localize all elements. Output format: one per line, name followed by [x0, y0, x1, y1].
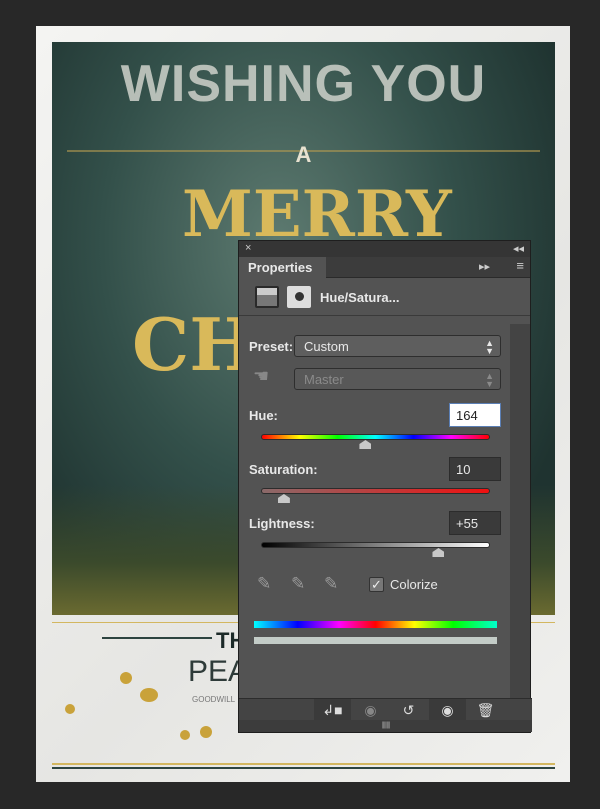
- scrollbar[interactable]: [510, 324, 530, 700]
- output-color-bar: [254, 637, 497, 644]
- lightness-slider[interactable]: [261, 542, 490, 548]
- view-previous-button[interactable]: ◉: [352, 699, 389, 721]
- visibility-eye-button[interactable]: ◉: [429, 699, 466, 721]
- saturation-input[interactable]: 10: [449, 457, 501, 481]
- gold-splash: [65, 704, 75, 714]
- channel-value: Master: [304, 372, 344, 387]
- divider: [52, 763, 555, 765]
- eyedropper-subtract-icon[interactable]: ✎: [324, 574, 338, 594]
- resize-grip[interactable]: ||||||||||: [239, 720, 532, 732]
- eyedropper-icon[interactable]: ✎: [257, 574, 271, 594]
- preset-value: Custom: [304, 339, 349, 354]
- gold-splash: [200, 726, 212, 738]
- reset-button[interactable]: ↺: [390, 699, 427, 721]
- saturation-slider[interactable]: [261, 488, 490, 494]
- channel-select[interactable]: Master ▲ ▼: [294, 368, 501, 390]
- hue-input[interactable]: 164: [449, 403, 501, 427]
- eyedropper-add-icon[interactable]: ✎: [291, 574, 305, 594]
- lightness-input[interactable]: +55: [449, 511, 501, 535]
- divider: [102, 637, 212, 639]
- poster-text: A: [295, 142, 312, 167]
- properties-panel: × ◂◂ Properties ▸▸ ≡ Hue/Satura... Prese…: [238, 240, 532, 733]
- lightness-slider-thumb[interactable]: [432, 548, 445, 557]
- colorize-checkbox[interactable]: ✓: [369, 577, 384, 592]
- targeted-adjustment-hand-icon[interactable]: ☚: [253, 366, 269, 387]
- saturation-slider-thumb[interactable]: [277, 494, 290, 503]
- collapse-button[interactable]: ◂◂: [513, 242, 524, 255]
- hue-slider-thumb[interactable]: [359, 440, 372, 449]
- close-button[interactable]: ×: [245, 242, 251, 254]
- mask-icon[interactable]: [287, 286, 311, 308]
- hue-slider[interactable]: [261, 434, 490, 440]
- updown-arrow-icon: ▲ ▼: [485, 338, 494, 356]
- saturation-label: Saturation:: [249, 462, 318, 477]
- preset-select[interactable]: Custom ▲ ▼: [294, 335, 501, 357]
- delete-button[interactable]: 🗑: [467, 699, 504, 721]
- expand-icon[interactable]: ▸▸: [479, 260, 490, 273]
- tab-properties[interactable]: Properties: [239, 257, 326, 278]
- poster-text: GOODWILL: [192, 695, 236, 704]
- panel-menu-icon[interactable]: ≡: [516, 258, 524, 273]
- poster-heading: WISHING YOU: [120, 55, 487, 113]
- gold-splash: [140, 688, 158, 702]
- gold-splash: [180, 730, 190, 740]
- input-color-bar: [254, 621, 497, 628]
- gold-splash: [120, 672, 132, 684]
- lightness-label: Lightness:: [249, 516, 315, 531]
- adjustment-name: Hue/Satura...: [320, 290, 400, 305]
- clip-to-layer-button[interactable]: ↲■: [314, 699, 351, 721]
- hue-label: Hue:: [249, 408, 278, 423]
- updown-arrow-icon: ▲ ▼: [485, 371, 494, 389]
- adjustment-icon[interactable]: [255, 286, 279, 308]
- colorize-label: Colorize: [390, 577, 438, 592]
- preset-label: Preset:: [249, 339, 294, 354]
- divider: [52, 767, 555, 769]
